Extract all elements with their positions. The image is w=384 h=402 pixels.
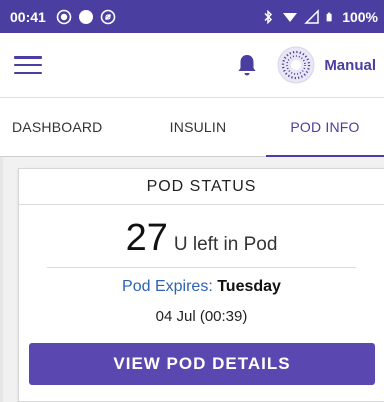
status-bar-left: 00:41 — [10, 9, 116, 25]
status-bar-right: 100% — [260, 9, 378, 25]
app-header: Manual — [0, 33, 384, 97]
tab-insulin[interactable]: INSULIN — [130, 98, 266, 156]
battery-percent: 100% — [342, 8, 378, 25]
content-left-edge — [0, 157, 3, 402]
tab-dashboard[interactable]: DASHBOARD — [0, 98, 130, 156]
mode-icon[interactable] — [276, 45, 316, 85]
divider — [47, 267, 356, 268]
menu-icon[interactable] — [14, 54, 42, 76]
pod-expires: Pod Expires: Tuesday — [19, 278, 384, 296]
units-text: U left in Pod — [173, 234, 278, 255]
do-not-disturb-icon — [100, 9, 116, 24]
status-time: 00:41 — [10, 8, 46, 25]
circle-icon — [78, 9, 93, 24]
bell-icon[interactable] — [236, 53, 258, 77]
units-remaining: 27 U left in Pod — [19, 205, 384, 267]
mode-label[interactable]: Manual — [324, 57, 376, 74]
view-pod-details-button[interactable]: VIEW POD DETAILS — [29, 343, 375, 385]
bluetooth-icon — [264, 9, 273, 24]
pod-status-card: POD STATUS 27 U left in Pod Pod Expires:… — [18, 168, 384, 402]
expires-day: Tuesday — [217, 278, 281, 295]
battery-icon — [326, 12, 332, 21]
expires-label: Pod Expires: — [122, 278, 218, 295]
units-value: 27 — [125, 217, 168, 259]
tab-pod-info[interactable]: POD INFO — [266, 98, 384, 157]
record-icon — [56, 9, 72, 24]
status-bar: 00:41 100% — [0, 0, 384, 33]
signal-icon — [283, 12, 298, 22]
card-title: POD STATUS — [19, 169, 384, 205]
expires-date: 04 Jul (00:39) — [155, 308, 248, 325]
cell-icon — [304, 8, 319, 24]
tab-bar: DASHBOARD INSULIN POD INFO — [0, 97, 384, 157]
